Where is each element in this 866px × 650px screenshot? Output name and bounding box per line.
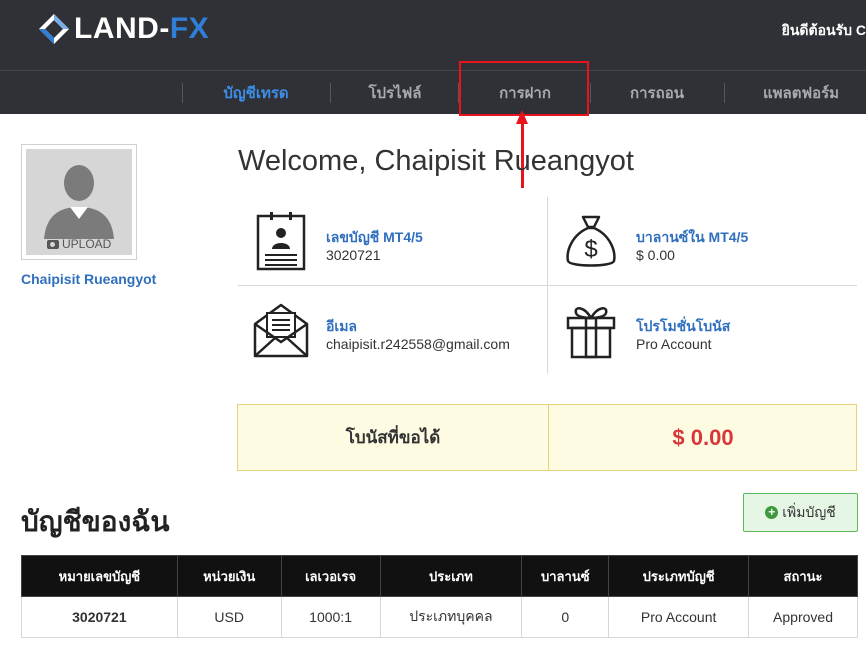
id-document-icon: [256, 212, 306, 271]
account-number-link[interactable]: 3020721: [21, 596, 178, 638]
column-header[interactable]: บาลานซ์: [521, 555, 610, 597]
money-bag-icon: $: [566, 215, 616, 267]
nav-item-profile[interactable]: โปรไฟล์: [334, 71, 456, 114]
info-email: อีเมล chaipisit.r242558@gmail.com: [238, 286, 548, 374]
info-label: เลขบัญชี MT4/5: [326, 229, 423, 245]
column-header[interactable]: เลเวอเรจ: [280, 555, 381, 597]
info-label: อีเมล: [326, 318, 358, 334]
nav-divider: [590, 83, 591, 103]
section-title-my-accounts: บัญชีของฉัน: [21, 506, 170, 537]
brand-logo[interactable]: LAND-FX: [38, 12, 209, 46]
info-promotion: โปรโมชั่นโบนัส Pro Account: [548, 286, 858, 374]
upload-label: UPLOAD: [61, 237, 112, 251]
camera-icon: [46, 240, 59, 249]
info-value: chaipisit.r242558@gmail.com: [326, 336, 510, 352]
profile-name[interactable]: Chaipisit Rueangyot: [21, 271, 156, 287]
column-header[interactable]: ประเภท: [379, 555, 523, 597]
bonus-panel: โบนัสที่ขอได้ $ 0.00: [237, 404, 857, 471]
nav-divider: [330, 83, 331, 103]
bonus-value: $ 0.00: [672, 424, 734, 450]
upload-photo-button[interactable]: UPLOAD: [26, 237, 132, 251]
table-header-row: หมายเลขบัญชี หน่วยเงิน เลเวอเรจ ประเภท บ…: [21, 555, 858, 597]
column-header[interactable]: หมายเลขบัญชี: [21, 555, 178, 597]
svg-text:$: $: [584, 236, 597, 263]
info-value: $ 0.00: [636, 247, 675, 263]
gift-box-icon: [566, 307, 616, 359]
nav-divider: [724, 83, 725, 103]
account-type-cell: Pro Account: [608, 596, 750, 638]
info-label: บาลานซ์ใน MT4/5: [636, 229, 749, 245]
info-value: 3020721: [326, 247, 381, 263]
avatar[interactable]: UPLOAD: [21, 144, 137, 260]
annotation-highlight-box: [459, 61, 589, 116]
brand-name: LAND-FX: [74, 12, 210, 45]
currency-cell: USD: [176, 596, 282, 638]
column-header[interactable]: หน่วยเงิน: [176, 555, 282, 597]
info-balance: $ บาลานซ์ใน MT4/5 $ 0.00: [548, 197, 858, 285]
nav-divider: [182, 83, 183, 103]
welcome-greeting: ยินดีต้อนรับ C: [781, 22, 866, 38]
info-account-number: เลขบัญชี MT4/5 3020721: [238, 197, 548, 285]
avatar-placeholder: UPLOAD: [26, 149, 132, 255]
nav-item-withdrawal[interactable]: การถอน: [594, 71, 720, 114]
balance-cell: 0: [521, 596, 610, 638]
column-header[interactable]: ประเภทบัญชี: [608, 555, 750, 597]
envelope-icon: [253, 303, 309, 358]
nav-item-trading-accounts[interactable]: บัญชีเทรด: [188, 71, 324, 114]
accounts-table: หมายเลขบัญชี หน่วยเงิน เลเวอเรจ ประเภท บ…: [21, 555, 858, 638]
add-account-button[interactable]: + เพิ่มบัญชี: [743, 493, 858, 532]
leverage-cell: 1000:1: [280, 596, 381, 638]
main-nav: บัญชีเทรด โปรไฟล์ การฝาก การถอน แพลตฟอร์…: [0, 70, 866, 114]
info-value: Pro Account: [636, 336, 712, 352]
nav-item-platform[interactable]: แพลตฟอร์ม: [736, 71, 866, 114]
logo-mark-icon: [38, 13, 70, 45]
top-header: LAND-FX ยินดีต้อนรับ C: [0, 0, 866, 70]
type-cell: ประเภทบุคคล: [379, 596, 523, 638]
bonus-label: โบนัสที่ขอได้: [345, 428, 441, 447]
add-account-label: เพิ่มบัญชี: [782, 503, 836, 520]
table-row: 3020721 USD 1000:1 ประเภทบุคคล 0 Pro Acc…: [21, 596, 858, 638]
column-header[interactable]: สถานะ: [748, 555, 858, 597]
page-title: Welcome, Chaipisit Rueangyot: [238, 145, 634, 177]
status-link[interactable]: Approved: [748, 596, 858, 638]
plus-circle-icon: +: [765, 506, 779, 519]
info-label: โปรโมชั่นโบนัส: [636, 318, 731, 334]
